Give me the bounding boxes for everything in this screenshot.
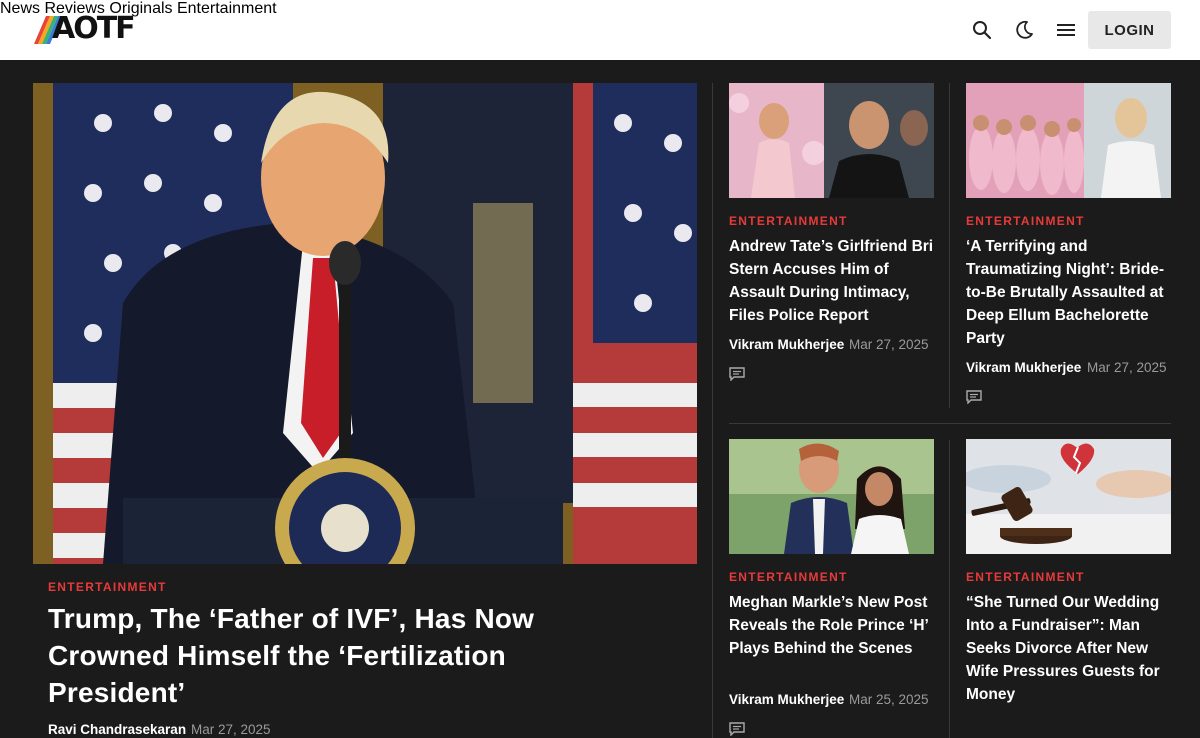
card-1-image[interactable] xyxy=(729,83,934,198)
card-4-category[interactable]: ENTERTAINMENT xyxy=(966,570,1085,584)
card-3-title[interactable]: Meghan Markle’s New Post Reveals the Rol… xyxy=(729,591,939,660)
card-2-title[interactable]: ‘A Terrifying and Traumatizing Night’: B… xyxy=(966,235,1176,350)
hero-date: Mar 27, 2025 xyxy=(191,722,271,737)
comment-icon[interactable] xyxy=(966,390,982,404)
card-1-author[interactable]: Vikram Mukherjee xyxy=(729,337,844,352)
card-2-category[interactable]: ENTERTAINMENT xyxy=(966,214,1085,228)
comment-icon[interactable] xyxy=(729,722,745,736)
hero-image[interactable] xyxy=(33,83,697,564)
card-4-title[interactable]: “She Turned Our Wedding Into a Fundraise… xyxy=(966,591,1176,706)
hero-title[interactable]: Trump, The ‘Father of IVF’, Has Now Crow… xyxy=(48,600,648,711)
row-divider xyxy=(729,423,1171,424)
card-divider-top xyxy=(949,83,950,408)
hero-author[interactable]: Ravi Chandrasekaran xyxy=(48,722,186,737)
logo-wordmark: AOTF xyxy=(52,11,136,46)
hero-category[interactable]: ENTERTAINMENT xyxy=(48,580,167,594)
card-2-image[interactable] xyxy=(966,83,1171,198)
column-divider xyxy=(712,83,713,738)
site-header: AOTF News Reviews Originals Entertainmen… xyxy=(0,0,1200,60)
login-button[interactable]: LOGIN xyxy=(1088,11,1171,49)
card-3-author[interactable]: Vikram Mukherjee xyxy=(729,692,844,707)
card-3-category[interactable]: ENTERTAINMENT xyxy=(729,570,848,584)
card-4-image[interactable] xyxy=(966,439,1171,554)
card-1-date: Mar 27, 2025 xyxy=(849,337,929,352)
comment-icon[interactable] xyxy=(729,367,745,381)
search-icon[interactable] xyxy=(970,18,994,42)
card-1-category[interactable]: ENTERTAINMENT xyxy=(729,214,848,228)
card-3-date: Mar 25, 2025 xyxy=(849,692,929,707)
card-2-date: Mar 27, 2025 xyxy=(1087,360,1167,375)
dark-mode-icon[interactable] xyxy=(1012,18,1036,42)
card-divider-bottom xyxy=(949,440,950,738)
menu-icon[interactable] xyxy=(1054,18,1078,42)
card-1-title[interactable]: Andrew Tate’s Girlfriend Bri Stern Accus… xyxy=(729,235,939,327)
card-3-image[interactable] xyxy=(729,439,934,554)
card-2-author[interactable]: Vikram Mukherjee xyxy=(966,360,1081,375)
nav-entertainment[interactable]: Entertainment xyxy=(177,0,277,17)
site-logo[interactable]: AOTF xyxy=(34,11,140,46)
